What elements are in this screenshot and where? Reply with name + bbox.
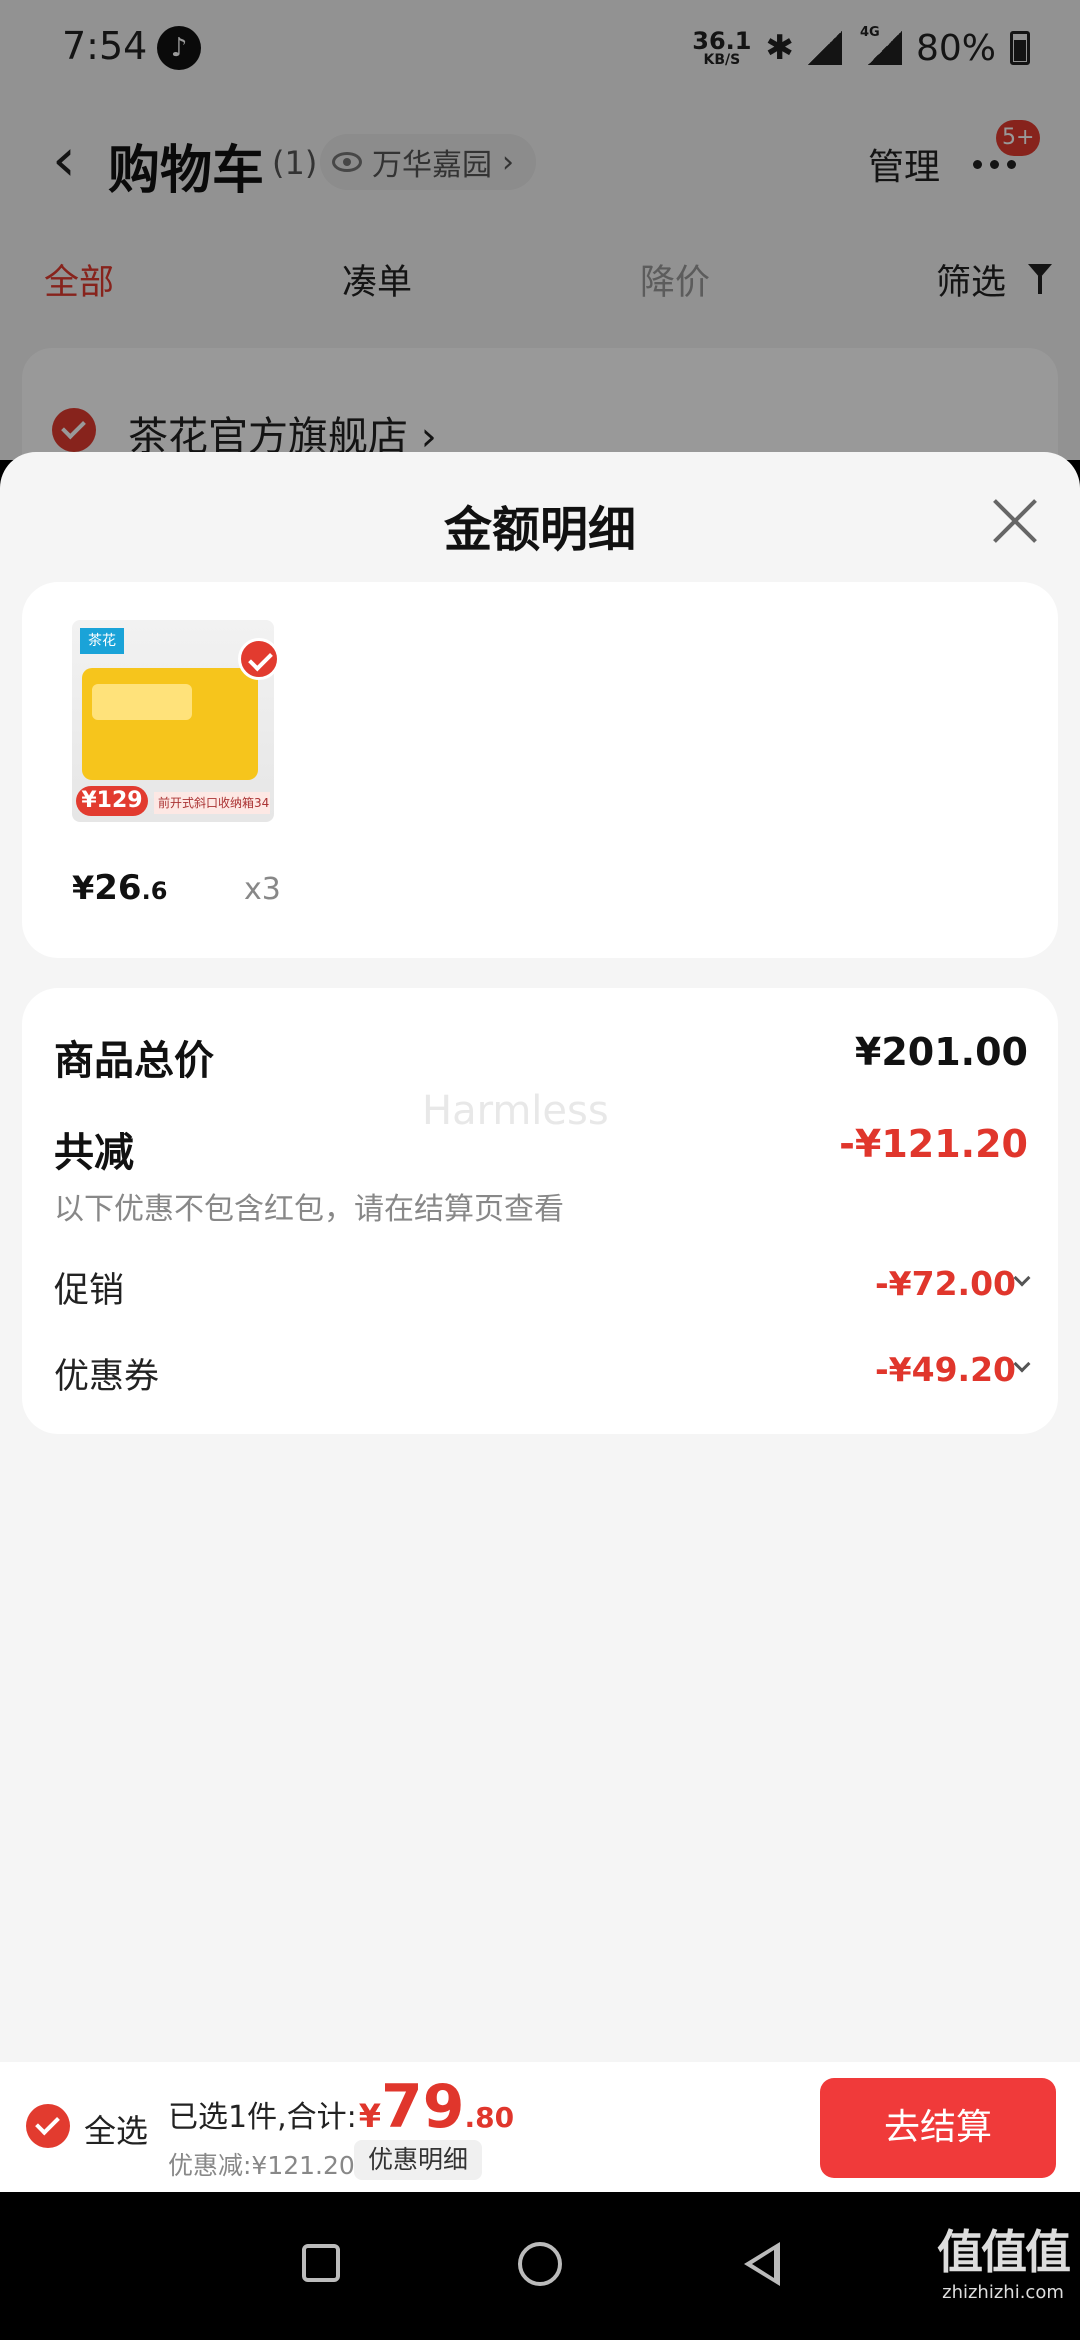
total-integer: 79 — [381, 2072, 465, 2142]
discount-note: 以下优惠不包含红包，请在结算页查看 — [54, 1192, 564, 1227]
thumb-caption: 前开式斜口收纳箱34L — [154, 792, 270, 814]
items-card: 茶花 ¥129 前开式斜口收纳箱34L ¥26.6 x3 — [22, 582, 1058, 958]
total-currency: ¥ — [358, 2097, 381, 2135]
select-all-label[interactable]: 全选 — [84, 2106, 148, 2152]
watermark: Harmless — [422, 1088, 609, 1134]
item-price-dec: .6 — [141, 877, 168, 905]
chevron-down-icon[interactable] — [1013, 1355, 1031, 1373]
total-price-value: ¥201.00 — [854, 1030, 1028, 1074]
discount-detail-button[interactable]: 优惠明细 — [354, 2140, 483, 2180]
total-discount-value: -¥121.20 — [839, 1122, 1028, 1166]
chevron-down-icon[interactable] — [1013, 1269, 1031, 1287]
close-icon[interactable] — [990, 496, 1040, 546]
discount-summary: 优惠减:¥121.20 — [168, 2151, 355, 2180]
selected-summary: 已选1件,合计: — [168, 2100, 357, 2135]
coupon-label[interactable]: 优惠券 — [54, 1348, 159, 1399]
site-watermark-logo: 值值值 — [937, 2225, 1071, 2279]
promotion-label[interactable]: 促销 — [54, 1262, 124, 1313]
sheet-title: 金额明细 — [443, 502, 636, 558]
site-watermark: 值值值 zhizhizhi.com — [926, 2216, 1080, 2303]
amount-card: Harmless 商品总价 ¥201.00 共减 -¥121.20 以下优惠不包… — [22, 988, 1058, 1434]
back-nav-icon[interactable] — [744, 2242, 780, 2286]
coupon-value[interactable]: -¥49.20 — [875, 1350, 1016, 1389]
thumb-price-tag: ¥129 — [76, 786, 148, 816]
total-discount-label: 共减 — [54, 1130, 134, 1176]
promotion-value[interactable]: -¥72.00 — [875, 1264, 1016, 1303]
navigation-bar: 值值值 zhizhizhi.com — [0, 2192, 1080, 2340]
item-check-icon[interactable] — [238, 638, 280, 680]
total-summary: 已选1件,合计: ¥ 79 .80 — [168, 2072, 514, 2146]
checkout-button[interactable]: 去结算 — [820, 2078, 1056, 2178]
brand-logo: 茶花 — [80, 628, 124, 654]
select-all-check-icon[interactable] — [26, 2104, 70, 2148]
item-price-int: 26 — [94, 868, 142, 908]
total-decimal: .80 — [464, 2101, 515, 2134]
amount-detail-sheet: 金额明细 茶花 ¥129 前开式斜口收纳箱34L ¥26.6 x3 Harmle… — [0, 452, 1080, 2062]
home-icon[interactable] — [518, 2242, 562, 2286]
total-price-label: 商品总价 — [54, 1038, 214, 1084]
site-watermark-url: zhizhizhi.com — [942, 2282, 1064, 2303]
item-price-currency: ¥ — [72, 869, 95, 907]
item-price: ¥26.6 — [72, 868, 167, 908]
item-quantity: x3 — [244, 872, 281, 907]
checkout-bar: 全选 已选1件,合计: ¥ 79 .80 优惠减:¥121.20 优惠明细 去结… — [0, 2062, 1080, 2192]
storage-box-illustration — [82, 668, 258, 780]
recents-icon[interactable] — [302, 2244, 340, 2282]
